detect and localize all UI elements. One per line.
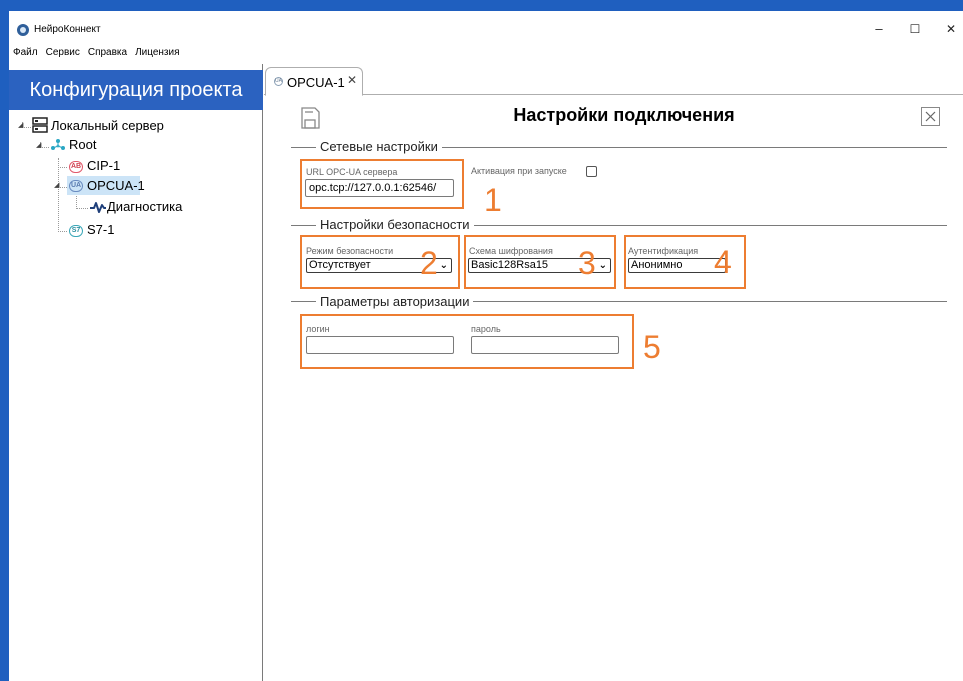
ua-protocol-icon: UA <box>69 180 83 192</box>
expand-arrow-icon[interactable]: ◢ <box>36 141 41 149</box>
tree-item-opcua[interactable]: OPCUA-1 <box>87 178 145 193</box>
tree-item-diagnostics[interactable]: Диагностика <box>107 199 182 214</box>
password-label: пароль <box>471 324 501 334</box>
security-mode-value: Отсутствует <box>309 259 371 271</box>
tab-close-button[interactable]: ✕ <box>347 73 357 87</box>
authentication-label: Аутентификация <box>628 246 699 256</box>
password-input[interactable] <box>471 336 619 354</box>
annotation-number-4: 4 <box>714 244 732 280</box>
window-top-border <box>0 0 963 11</box>
save-icon[interactable] <box>300 107 320 129</box>
encryption-scheme-label: Схема шифрования <box>469 246 553 256</box>
security-section-title: Настройки безопасности <box>316 217 474 232</box>
ua-protocol-icon: UA <box>274 77 283 86</box>
encryption-scheme-value: Basic128Rsa15 <box>471 259 549 271</box>
annotation-number-2: 2 <box>420 245 438 281</box>
app-title: НейроКоннект <box>34 24 101 35</box>
page-title: Настройки подключения <box>513 105 735 125</box>
tab-label: OPCUA-1 <box>287 75 345 90</box>
tree-connector <box>76 194 77 209</box>
menu-help[interactable]: Справка <box>84 44 131 62</box>
document-tab-strip: UA OPCUA-1 ✕ <box>264 64 963 96</box>
project-config-panel: Конфигурация проекта ◢ ◢ ◢ Локальный сер… <box>9 64 263 681</box>
tree-item-s7[interactable]: S7-1 <box>87 222 114 237</box>
activation-label: Активация при запуске <box>471 166 567 176</box>
app-logo-icon <box>17 24 29 36</box>
server-icon <box>32 117 48 133</box>
close-window-button[interactable]: ✕ <box>942 21 960 37</box>
network-nodes-icon <box>51 139 65 150</box>
menu-file[interactable]: Файл <box>9 44 42 62</box>
security-mode-label: Режим безопасности <box>306 246 394 256</box>
tree-connector <box>58 167 67 168</box>
s7-protocol-icon: S7 <box>69 225 83 237</box>
tree-connector <box>58 158 59 232</box>
menu-service[interactable]: Сервис <box>42 44 84 62</box>
expand-arrow-icon[interactable]: ◢ <box>18 121 23 129</box>
tree-item-root[interactable]: Root <box>69 137 96 152</box>
chevron-down-icon: ⌄ <box>598 260 607 271</box>
tree-connector <box>76 208 88 209</box>
maximize-button[interactable]: ☐ <box>906 21 924 37</box>
authorization-section-title: Параметры авторизации <box>316 294 474 309</box>
pulse-icon <box>90 202 106 213</box>
close-icon[interactable] <box>921 107 940 126</box>
login-label: логин <box>306 324 330 334</box>
project-config-header: Конфигурация проекта <box>9 70 263 110</box>
authentication-select[interactable]: Анонимно ⌄ <box>628 258 726 273</box>
ab-protocol-icon: AB <box>69 161 83 173</box>
authentication-value: Анонимно <box>631 259 683 271</box>
annotation-number-5: 5 <box>643 329 661 365</box>
url-label: URL OPC-UA сервера <box>306 167 398 177</box>
expand-arrow-icon[interactable]: ◢ <box>54 181 59 189</box>
tree-item-cip[interactable]: CIP-1 <box>87 158 120 173</box>
tree-connector <box>58 231 67 232</box>
tree-item-local-server[interactable]: Локальный сервер <box>51 118 164 133</box>
login-input[interactable] <box>306 336 454 354</box>
menu-license[interactable]: Лицензия <box>131 44 183 62</box>
annotation-number-1: 1 <box>484 182 502 218</box>
tab-opcua[interactable]: UA OPCUA-1 ✕ <box>265 67 363 96</box>
url-input[interactable]: opc.tcp://127.0.0.1:62546/ <box>305 179 454 197</box>
activation-checkbox[interactable] <box>586 166 597 177</box>
menu-bar: Файл Сервис Справка Лицензия <box>9 44 184 62</box>
window-left-border <box>0 11 9 681</box>
annotation-number-3: 3 <box>578 245 596 281</box>
chevron-down-icon: ⌄ <box>439 260 448 271</box>
network-section-title: Сетевые настройки <box>316 139 442 154</box>
minimize-button[interactable]: – <box>870 21 888 37</box>
